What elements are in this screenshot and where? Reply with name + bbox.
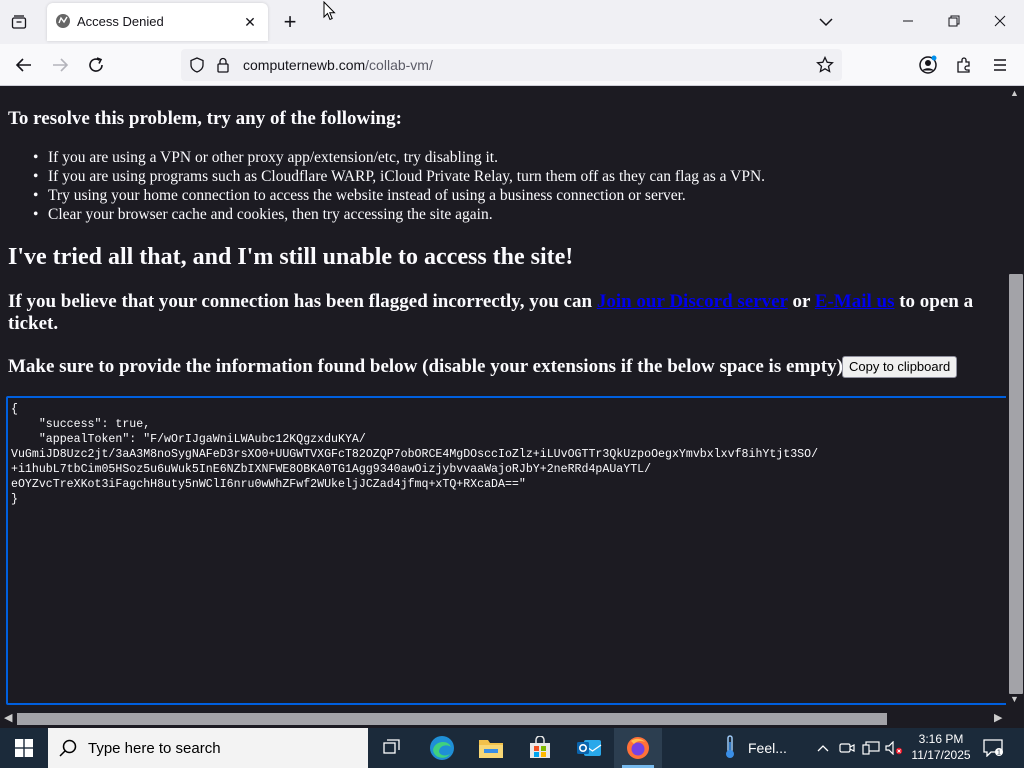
windows-logo-icon xyxy=(15,739,33,757)
firefox-icon[interactable] xyxy=(614,728,662,768)
scroll-right-icon[interactable]: ▶ xyxy=(994,711,1002,724)
close-window-button[interactable] xyxy=(977,6,1023,36)
weather-widget[interactable]: Feel... xyxy=(722,728,787,768)
flagged-paragraph: If you believe that your connection has … xyxy=(8,291,998,335)
forward-button[interactable] xyxy=(46,51,74,79)
volume-muted-icon[interactable] xyxy=(883,728,905,768)
weather-text: Feel... xyxy=(748,740,787,756)
tab-strip: Access Denied ✕ + xyxy=(0,0,1024,44)
appeal-token-code: { "success": true, "appealToken": "F/wOr… xyxy=(11,403,819,506)
show-hidden-icons-chevron-up-icon[interactable] xyxy=(812,728,834,768)
clock-time: 3:16 PM xyxy=(918,732,964,746)
tab-close-icon[interactable]: ✕ xyxy=(240,12,260,32)
provide-info-text: Make sure to provide the information fou… xyxy=(8,356,850,377)
list-all-tabs-icon[interactable] xyxy=(8,11,30,33)
new-tab-button[interactable]: + xyxy=(278,9,302,34)
reload-button[interactable] xyxy=(82,51,110,79)
scroll-down-icon[interactable]: ▼ xyxy=(1010,694,1019,704)
notifications-icon[interactable]: 1 xyxy=(978,728,1008,768)
task-view-icon[interactable] xyxy=(368,728,416,768)
vertical-scrollbar-thumb[interactable] xyxy=(1009,274,1023,694)
url-path: /collab-vm/ xyxy=(365,57,433,73)
restore-button[interactable] xyxy=(931,6,977,36)
lock-icon[interactable] xyxy=(216,57,230,78)
url-text: computernewb.com/collab-vm/ xyxy=(243,57,433,73)
horizontal-scrollbar[interactable]: ◀ ▶ xyxy=(0,710,1024,728)
back-button[interactable] xyxy=(10,51,38,79)
list-item: If you are using programs such as Cloudf… xyxy=(33,167,765,186)
clock-date: 11/17/2025 xyxy=(911,748,971,762)
list-item: Try using your home connection to access… xyxy=(33,186,765,205)
file-explorer-icon[interactable] xyxy=(467,728,515,768)
tried-heading: I've tried all that, and I'm still unabl… xyxy=(8,244,574,270)
url-domain: computernewb.com xyxy=(243,57,366,73)
flagged-text-1: If you believe that your connection has … xyxy=(8,291,597,312)
search-placeholder: Type here to search xyxy=(88,740,221,757)
tracking-protection-shield-icon[interactable] xyxy=(189,57,205,78)
thermometer-icon xyxy=(722,734,738,763)
svg-text:1: 1 xyxy=(997,750,1001,757)
list-item: Clear your browser cache and cookies, th… xyxy=(33,205,765,224)
outlook-icon[interactable] xyxy=(565,728,613,768)
microsoft-store-icon[interactable] xyxy=(516,728,564,768)
resolve-heading: To resolve this problem, try any of the … xyxy=(8,108,402,129)
edge-browser-icon[interactable] xyxy=(418,728,466,768)
system-clock[interactable]: 3:16 PM 11/17/2025 xyxy=(906,731,976,763)
email-link[interactable]: E-Mail us xyxy=(815,291,895,312)
navigation-toolbar: computernewb.com/collab-vm/ xyxy=(0,44,1024,86)
chevron-down-icon[interactable] xyxy=(815,11,837,33)
list-item: If you are using a VPN or other proxy ap… xyxy=(33,148,765,167)
extensions-icon[interactable] xyxy=(950,51,978,79)
scroll-left-icon[interactable]: ◀ xyxy=(4,711,12,724)
page-content: To resolve this problem, try any of the … xyxy=(0,86,1006,710)
taskbar: Type here to search Feel... 3:16 PM 11/1… xyxy=(0,728,1024,768)
copy-to-clipboard-button[interactable]: Copy to clipboard xyxy=(842,356,958,378)
menu-hamburger-icon[interactable] xyxy=(986,51,1014,79)
bookmark-star-icon[interactable] xyxy=(816,55,834,79)
appeal-token-textarea[interactable]: { "success": true, "appealToken": "F/wOr… xyxy=(6,396,1006,705)
tab-access-denied[interactable]: Access Denied ✕ xyxy=(47,3,268,41)
meet-now-icon[interactable] xyxy=(836,728,858,768)
favicon-icon xyxy=(55,13,73,31)
horizontal-scrollbar-thumb[interactable] xyxy=(17,713,887,725)
discord-link[interactable]: Join our Discord server xyxy=(597,291,788,312)
search-icon xyxy=(58,738,78,763)
minimize-button[interactable] xyxy=(885,6,931,36)
tab-title: Access Denied xyxy=(77,14,164,29)
taskbar-search-box[interactable]: Type here to search xyxy=(48,728,368,768)
mouse-pointer-icon xyxy=(323,0,336,26)
address-bar[interactable]: computernewb.com/collab-vm/ xyxy=(181,49,842,81)
network-icon[interactable] xyxy=(860,728,882,768)
vertical-scrollbar[interactable]: ▲ ▼ xyxy=(1006,86,1024,710)
start-button[interactable] xyxy=(0,728,48,768)
scroll-up-icon[interactable]: ▲ xyxy=(1010,88,1019,98)
account-icon[interactable] xyxy=(914,51,942,79)
tips-list: If you are using a VPN or other proxy ap… xyxy=(33,148,765,224)
or-text: or xyxy=(787,291,815,312)
